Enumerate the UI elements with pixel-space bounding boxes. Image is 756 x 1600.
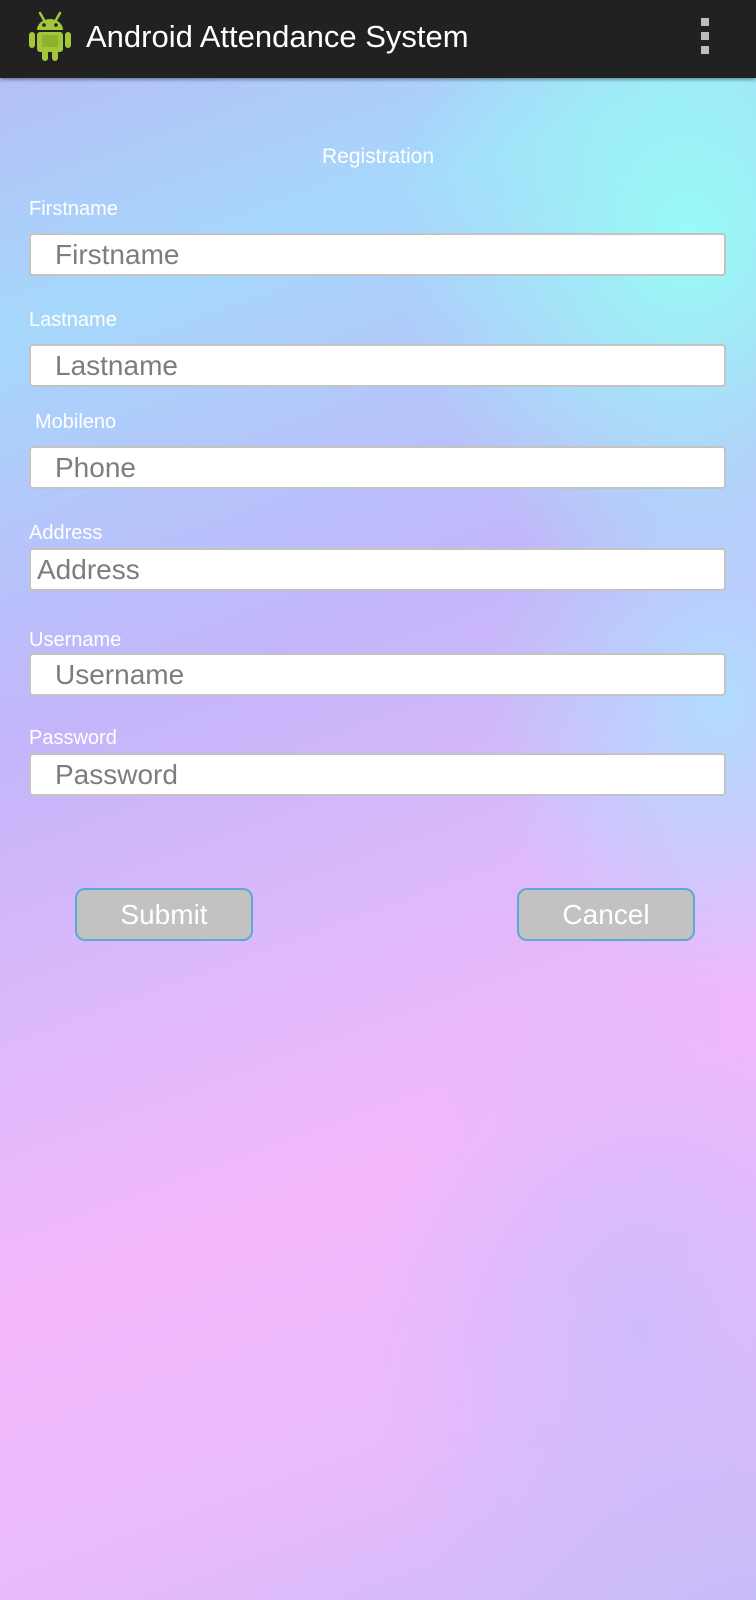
firstname-input[interactable] [29,233,726,276]
overflow-menu-icon[interactable] [690,16,720,56]
address-input[interactable] [29,548,726,591]
phone-input[interactable] [29,446,726,489]
lastname-input[interactable] [29,344,726,387]
background-gradient [0,78,756,1600]
app-bar: Android Attendance System [0,0,756,78]
password-input[interactable] [29,753,726,796]
cancel-button[interactable]: Cancel [517,888,695,941]
firstname-label: Firstname [29,198,118,220]
lastname-label: Lastname [29,309,117,331]
form-title: Registration [321,145,435,168]
android-robot-icon [29,11,71,61]
mobileno-label: Mobileno [35,411,117,433]
username-label: Username [29,629,122,651]
password-label: Password [29,727,117,749]
address-label: Address [29,522,103,544]
app-title: Android Attendance System [86,19,469,54]
username-input[interactable] [29,653,726,696]
submit-button[interactable]: Submit [75,888,253,941]
